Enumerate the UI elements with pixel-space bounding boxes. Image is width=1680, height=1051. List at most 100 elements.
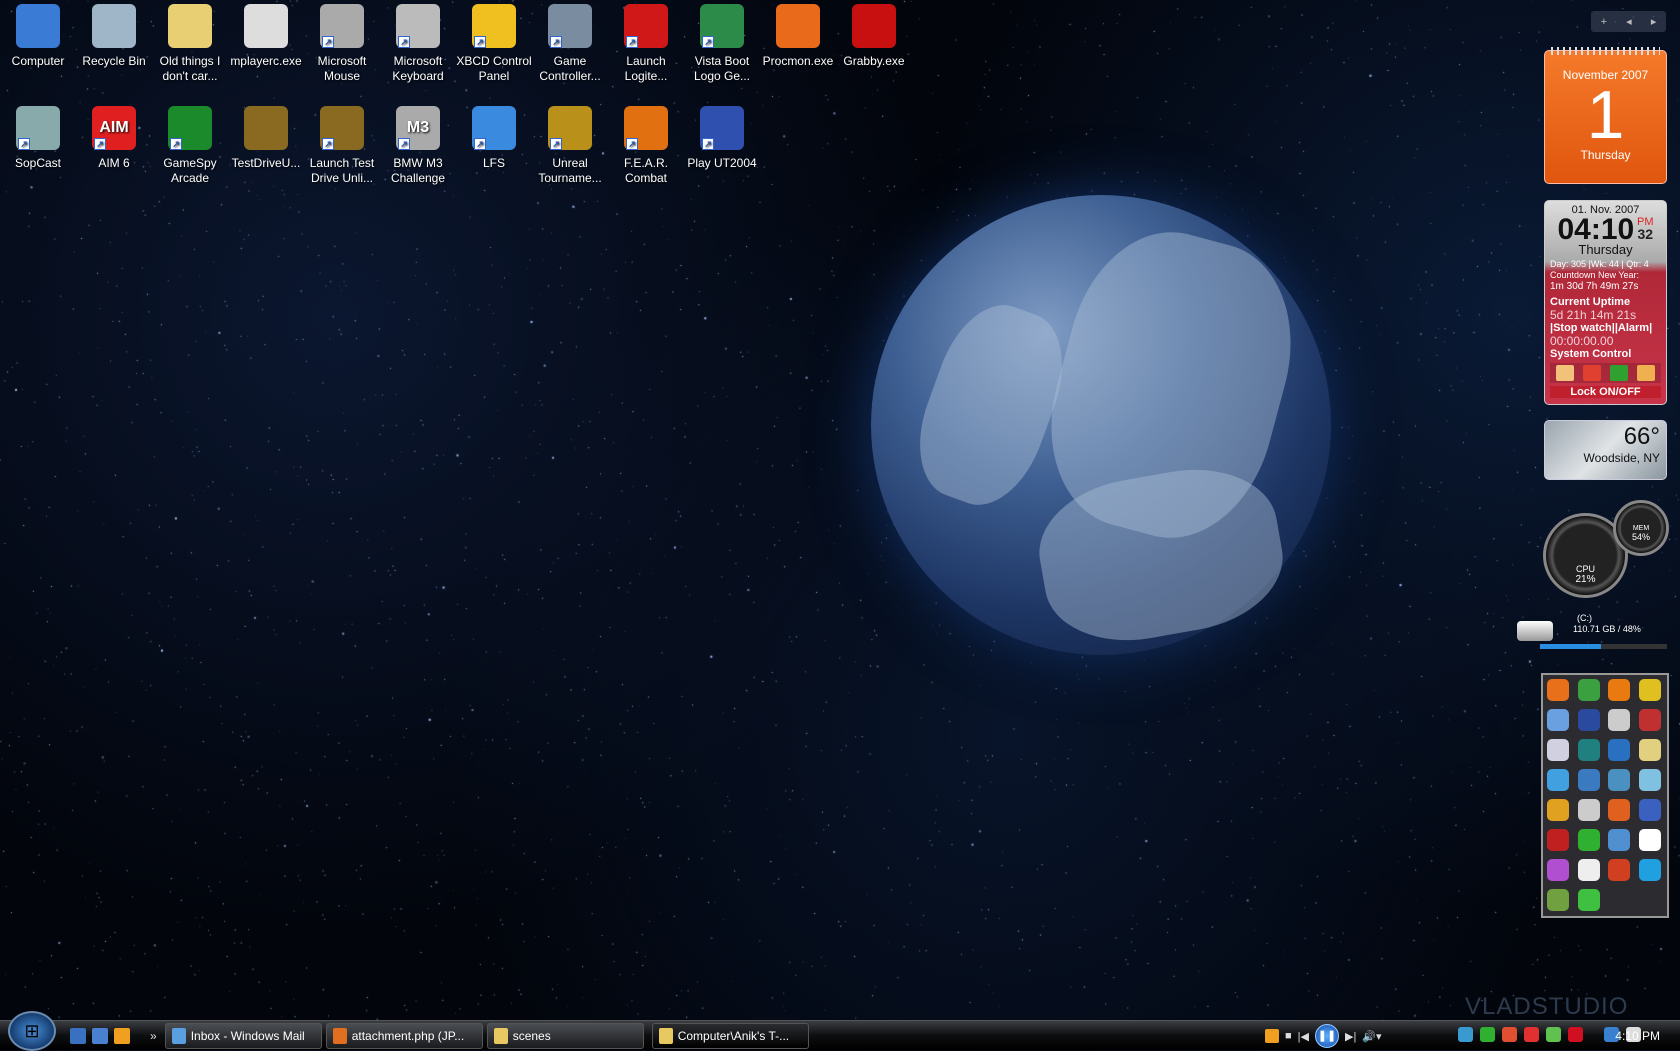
tray-icon[interactable] <box>1502 1027 1517 1042</box>
desktop-icon[interactable]: M3 ↗ BMW M3 Challenge <box>380 102 456 186</box>
launcher-app-icon[interactable] <box>1547 709 1569 731</box>
prev-gadget-button[interactable]: ◂ <box>1626 15 1632 28</box>
launcher-app-icon[interactable] <box>1638 829 1661 851</box>
stop-button[interactable]: ■ <box>1285 1030 1292 1042</box>
taskbar-button[interactable]: scenes <box>486 1022 644 1049</box>
tray-icon[interactable] <box>1568 1027 1583 1042</box>
clock-gadget[interactable]: 01. Nov. 2007 04:10 PM 32 Thursday Day: 3… <box>1544 200 1667 405</box>
launcher-app-icon[interactable] <box>1608 769 1630 791</box>
app-icon <box>92 4 136 48</box>
volume-button[interactable]: 🔊▾ <box>1362 1030 1381 1043</box>
tray-icon[interactable] <box>1546 1027 1561 1042</box>
launcher-app-icon[interactable] <box>1577 709 1600 731</box>
desktop-icon[interactable]: Computer <box>0 0 76 69</box>
system-tray <box>1458 1027 1641 1042</box>
hard-drive-icon <box>1517 621 1553 641</box>
stopwatch-alarm-tabs[interactable]: |Stop watch||Alarm| <box>1550 322 1661 334</box>
launcher-app-icon[interactable] <box>1547 739 1569 761</box>
launcher-app-icon[interactable] <box>1608 829 1630 851</box>
desktop-icon[interactable]: ↗ F.E.A.R. Combat <box>608 102 684 186</box>
desktop-icon[interactable]: ↗ Launch Logite... <box>608 0 684 84</box>
desktop-icon-label: Play UT2004 <box>687 156 757 170</box>
weather-gadget[interactable]: 66° Woodside, NY <box>1544 420 1667 480</box>
launcher-app-icon[interactable] <box>1638 769 1661 791</box>
launcher-app-icon[interactable] <box>1638 679 1661 701</box>
launcher-app-icon[interactable] <box>1638 709 1661 731</box>
desktop-icon[interactable]: TestDriveU... <box>228 102 304 171</box>
launcher-app-icon[interactable] <box>1547 679 1569 701</box>
launcher-app-icon[interactable] <box>1608 739 1630 761</box>
tray-icon[interactable] <box>1480 1027 1495 1042</box>
taskbar-clock[interactable]: 4:10 PM <box>1615 1029 1660 1043</box>
launcher-app-icon[interactable] <box>1577 739 1600 761</box>
launcher-app-icon[interactable] <box>1638 859 1661 881</box>
launcher-app-icon[interactable] <box>1547 859 1569 881</box>
drive-gadget[interactable]: (C:) 110.71 GB / 48% <box>1515 613 1667 649</box>
desktop-icon[interactable]: ↗ XBCD Control Panel <box>456 0 532 84</box>
launcher-app-icon[interactable] <box>1638 739 1661 761</box>
memory-meter-gauge[interactable]: MEM 54% <box>1613 500 1669 556</box>
start-button[interactable]: ⊞ <box>8 1010 56 1051</box>
shutdown-button[interactable] <box>1583 365 1602 381</box>
drive-info: 110.71 GB / 48% <box>1573 624 1641 634</box>
tray-icon[interactable] <box>1524 1027 1539 1042</box>
quick-launch-more-button[interactable]: » <box>150 1029 157 1043</box>
sleep-button[interactable] <box>1556 365 1575 381</box>
next-gadget-button[interactable]: ▸ <box>1651 15 1657 28</box>
launcher-app-icon[interactable] <box>1608 679 1630 701</box>
launcher-app-icon[interactable] <box>1577 769 1600 791</box>
restart-button[interactable] <box>1609 365 1628 381</box>
app-icon: ↗ <box>320 4 364 48</box>
desktop-icon[interactable]: ↗ GameSpy Arcade <box>152 102 228 186</box>
desktop-icon[interactable]: ↗ Launch Test Drive Unli... <box>304 102 380 186</box>
launcher-app-icon[interactable] <box>1638 799 1661 821</box>
desktop-icon-label: Old things I don't car... <box>159 54 221 83</box>
wallpaper-globe <box>871 195 1331 655</box>
app-icon: ↗ <box>168 106 212 150</box>
taskbar-button[interactable]: attachment.php (JP... <box>325 1022 483 1049</box>
calendar-gadget[interactable]: November 2007 1 Thursday <box>1544 47 1667 184</box>
quick-launch-icon[interactable] <box>92 1027 108 1044</box>
previous-button[interactable]: |◀ <box>1298 1030 1309 1043</box>
desktop-icon[interactable]: Old things I don't car... <box>152 0 228 84</box>
launcher-app-icon[interactable] <box>1608 859 1630 881</box>
shortcut-arrow-icon: ↗ <box>550 138 562 150</box>
desktop-icon[interactable]: ↗ Vista Boot Logo Ge... <box>684 0 760 84</box>
quick-launch-icon[interactable] <box>114 1027 130 1044</box>
launcher-app-icon[interactable] <box>1577 829 1600 851</box>
lock-toggle-button[interactable]: Lock ON/OFF <box>1550 386 1661 398</box>
taskbar-button[interactable]: Computer\Anik's T-... <box>651 1022 809 1049</box>
launcher-app-icon[interactable] <box>1547 769 1569 791</box>
launcher-app-icon[interactable] <box>1577 889 1600 911</box>
weather-location: Woodside, NY <box>1583 451 1660 465</box>
desktop-icon[interactable]: ↗ Unreal Tourname... <box>532 102 608 186</box>
desktop-icon[interactable]: ↗ Microsoft Mouse <box>304 0 380 84</box>
quick-launch-icon[interactable] <box>70 1027 86 1044</box>
launcher-app-icon[interactable] <box>1547 829 1569 851</box>
launcher-app-icon[interactable] <box>1577 679 1600 701</box>
taskbar-button[interactable]: Inbox - Windows Mail <box>164 1022 322 1049</box>
launcher-app-icon[interactable] <box>1577 859 1600 881</box>
desktop-icon[interactable]: ↗ Play UT2004 <box>684 102 760 171</box>
launcher-app-icon[interactable] <box>1547 889 1569 911</box>
lock-button[interactable] <box>1636 365 1655 381</box>
next-button[interactable]: ▶| <box>1345 1030 1356 1043</box>
desktop-icon[interactable]: Recycle Bin <box>76 0 152 69</box>
sidebar-controls[interactable]: + ◂ ▸ <box>1591 11 1666 32</box>
media-player-icon[interactable] <box>1265 1029 1279 1043</box>
desktop-icon[interactable]: ↗ Game Controller... <box>532 0 608 84</box>
desktop-icon[interactable]: Procmon.exe <box>760 0 836 69</box>
launcher-app-icon[interactable] <box>1608 799 1630 821</box>
desktop-icon[interactable]: ↗ Microsoft Keyboard <box>380 0 456 84</box>
pause-button[interactable]: ❚❚ <box>1314 1024 1339 1048</box>
desktop-icon[interactable]: mplayerc.exe <box>228 0 304 69</box>
desktop-icon[interactable]: AIM ↗ AIM 6 <box>76 102 152 171</box>
launcher-app-icon[interactable] <box>1608 709 1630 731</box>
launcher-app-icon[interactable] <box>1547 799 1569 821</box>
desktop-icon[interactable]: ↗ LFS <box>456 102 532 171</box>
launcher-app-icon[interactable] <box>1577 799 1600 821</box>
desktop-icon[interactable]: Grabby.exe <box>836 0 912 69</box>
tray-icon[interactable] <box>1458 1027 1473 1042</box>
desktop-icon[interactable]: ↗ SopCast <box>0 102 76 171</box>
add-gadget-button[interactable]: + <box>1601 16 1607 28</box>
